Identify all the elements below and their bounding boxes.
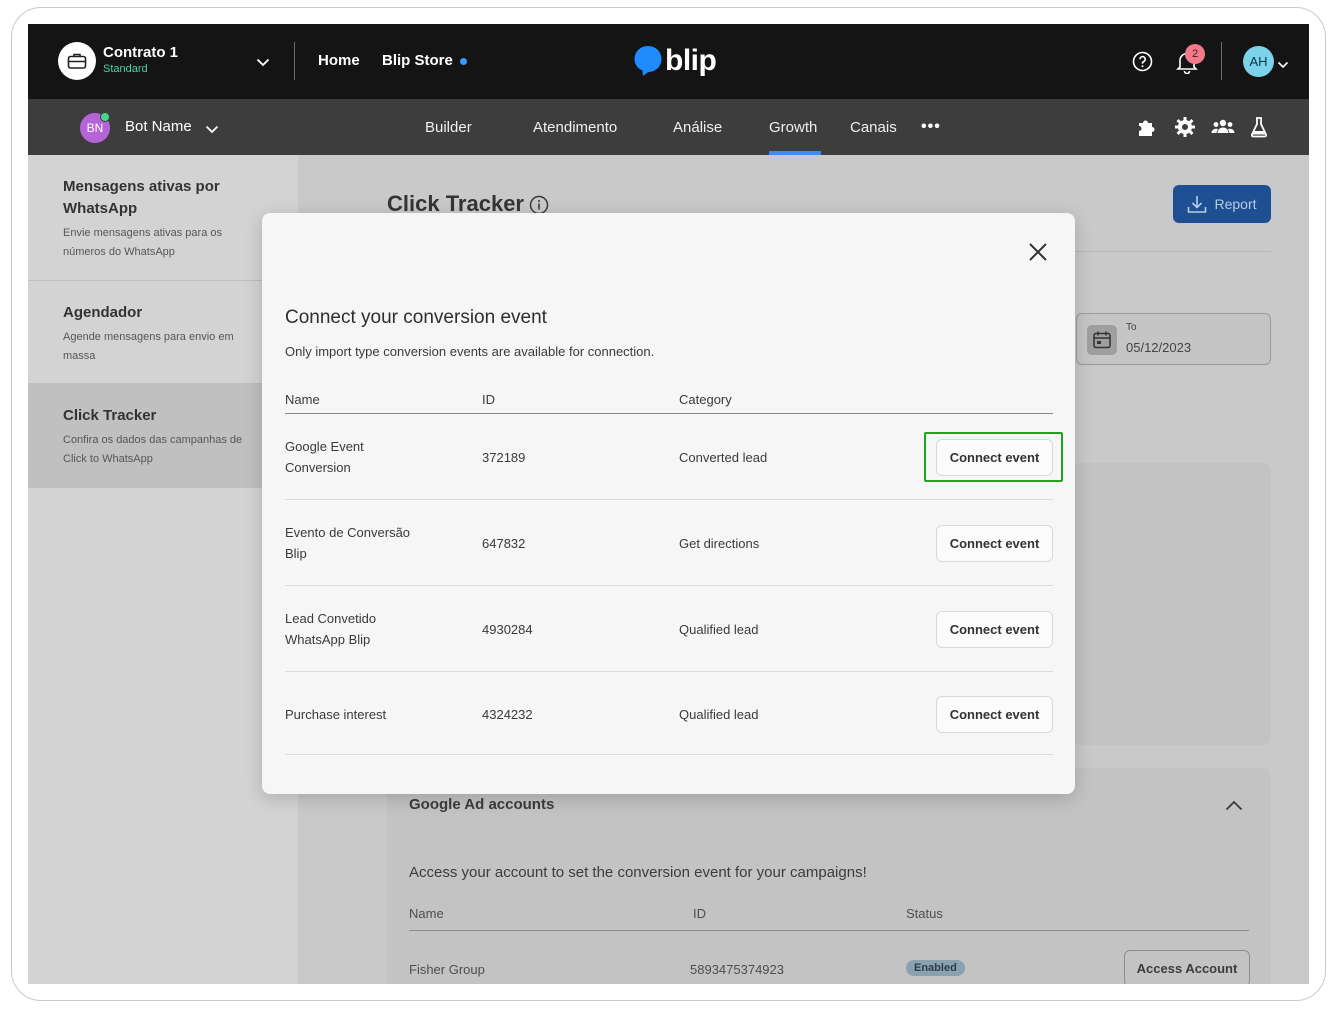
tab-builder[interactable]: Builder [425, 119, 472, 136]
flask-icon[interactable] [1250, 116, 1268, 143]
new-indicator-dot [460, 58, 467, 65]
connect-event-button[interactable]: Connect event [936, 611, 1053, 648]
sidebar-item-click-tracker[interactable]: Click Tracker Confira os dados das campa… [28, 384, 298, 488]
team-icon[interactable] [1211, 116, 1235, 143]
online-status-dot [100, 112, 110, 122]
connect-event-button[interactable]: Connect event [936, 696, 1053, 733]
user-avatar[interactable]: AH [1243, 46, 1274, 77]
event-category: Qualified lead [679, 622, 759, 637]
account-name: Fisher Group [409, 962, 485, 977]
date-to-label: To [1126, 322, 1137, 333]
event-id: 4324232 [482, 707, 533, 722]
modal-title: Connect your conversion event [285, 307, 547, 328]
card-subtitle: Access your account to set the conversio… [409, 864, 867, 881]
report-button[interactable]: Report [1173, 185, 1271, 223]
column-header-id: ID [482, 392, 495, 407]
nav-blip-store[interactable]: Blip Store [382, 52, 453, 69]
tab-growth[interactable]: Growth [769, 119, 817, 136]
event-name: Evento de Conversão Blip [285, 525, 411, 561]
column-header-id: ID [693, 906, 706, 921]
top-bar: Contrato 1 Standard Home Blip Store blip… [28, 24, 1309, 99]
sidebar-item-description: Confira os dados das campanhas de Click … [63, 434, 243, 465]
briefcase-icon[interactable] [58, 42, 96, 80]
status-badge: Enabled [906, 960, 965, 976]
account-id: 5893475374923 [690, 962, 784, 977]
sidebar-item-title: Click Tracker [63, 407, 157, 424]
tab-canais[interactable]: Canais [850, 119, 897, 136]
blip-bubble-icon [634, 46, 662, 76]
divider [409, 930, 1249, 931]
brand-name: blip [665, 44, 717, 77]
card-title: Google Ad accounts [409, 796, 555, 813]
connect-event-button[interactable]: Connect event [936, 525, 1053, 562]
divider [1221, 42, 1222, 80]
google-ad-accounts-card: Google Ad accounts Access your account t… [387, 768, 1271, 984]
contract-plan: Standard [103, 63, 148, 75]
modal-subtitle: Only import type conversion events are a… [285, 344, 655, 359]
calendar-icon [1087, 325, 1117, 355]
sidebar-item-description: Envie mensagens ativas para os números d… [63, 227, 222, 258]
tab-analise[interactable]: Análise [673, 119, 722, 136]
table-row: Lead Convetido WhatsApp Blip 4930284 Qua… [285, 586, 1053, 672]
download-icon [1188, 195, 1207, 213]
column-header-status: Status [906, 906, 943, 921]
column-header-name: Name [285, 392, 320, 407]
puzzle-icon[interactable] [1136, 116, 1158, 143]
event-category: Converted lead [679, 450, 768, 465]
report-label: Report [1214, 196, 1257, 212]
column-header-name: Name [409, 906, 444, 921]
contract-name[interactable]: Contrato 1 [103, 44, 178, 61]
chevron-down-icon[interactable] [205, 121, 219, 139]
date-to-field[interactable]: To 05/12/2023 [1076, 313, 1271, 365]
access-account-button[interactable]: Access Account [1124, 950, 1250, 984]
event-name: Google Event Conversion [285, 439, 364, 475]
focus-highlight [924, 432, 1063, 482]
event-id: 4930284 [482, 622, 533, 637]
tab-atendimento[interactable]: Atendimento [533, 119, 617, 136]
event-category: Qualified lead [679, 707, 759, 722]
event-name: Purchase interest [285, 707, 387, 722]
event-id: 372189 [482, 450, 526, 465]
sidebar-item-title: Agendador [63, 304, 143, 321]
bot-name[interactable]: Bot Name [125, 118, 192, 135]
sidebar-item-whatsapp-active-messages[interactable]: Mensagens ativas por WhatsApp Envie mens… [28, 155, 298, 281]
column-header-category: Category [679, 392, 732, 407]
sidebar-item-title: Mensagens ativas por WhatsApp [63, 178, 220, 217]
table-row: Purchase interest 4324232 Qualified lead… [285, 672, 1053, 755]
close-icon[interactable] [1026, 240, 1050, 269]
sidebar-item-description: Agende mensagens para envio em massa [63, 331, 234, 362]
divider [294, 42, 295, 80]
event-category: Get directions [679, 536, 760, 551]
nav-home[interactable]: Home [318, 52, 360, 69]
sidebar: Mensagens ativas por WhatsApp Envie mens… [28, 155, 298, 984]
event-name: Lead Convetido WhatsApp Blip [285, 611, 377, 647]
gear-icon[interactable] [1174, 116, 1196, 143]
bot-navigation-bar: BN Bot Name Builder Atendimento Análise … [28, 99, 1309, 155]
chevron-down-icon[interactable] [1277, 56, 1289, 74]
more-options-icon[interactable]: ••• [921, 118, 941, 136]
notification-badge: 2 [1185, 44, 1205, 64]
table-row: Evento de Conversão Blip 647832 Get dire… [285, 500, 1053, 586]
date-to-value: 05/12/2023 [1126, 340, 1192, 355]
connect-event-modal: Connect your conversion event Only impor… [262, 213, 1075, 794]
event-id: 647832 [482, 536, 526, 551]
help-icon[interactable] [1132, 51, 1153, 77]
chevron-down-icon[interactable] [256, 54, 270, 72]
chevron-up-icon[interactable] [1225, 798, 1243, 816]
blip-logo[interactable]: blip [633, 44, 717, 78]
sidebar-item-agendador[interactable]: Agendador Agende mensagens para envio em… [28, 281, 298, 384]
app-window: Contrato 1 Standard Home Blip Store blip… [28, 24, 1309, 984]
